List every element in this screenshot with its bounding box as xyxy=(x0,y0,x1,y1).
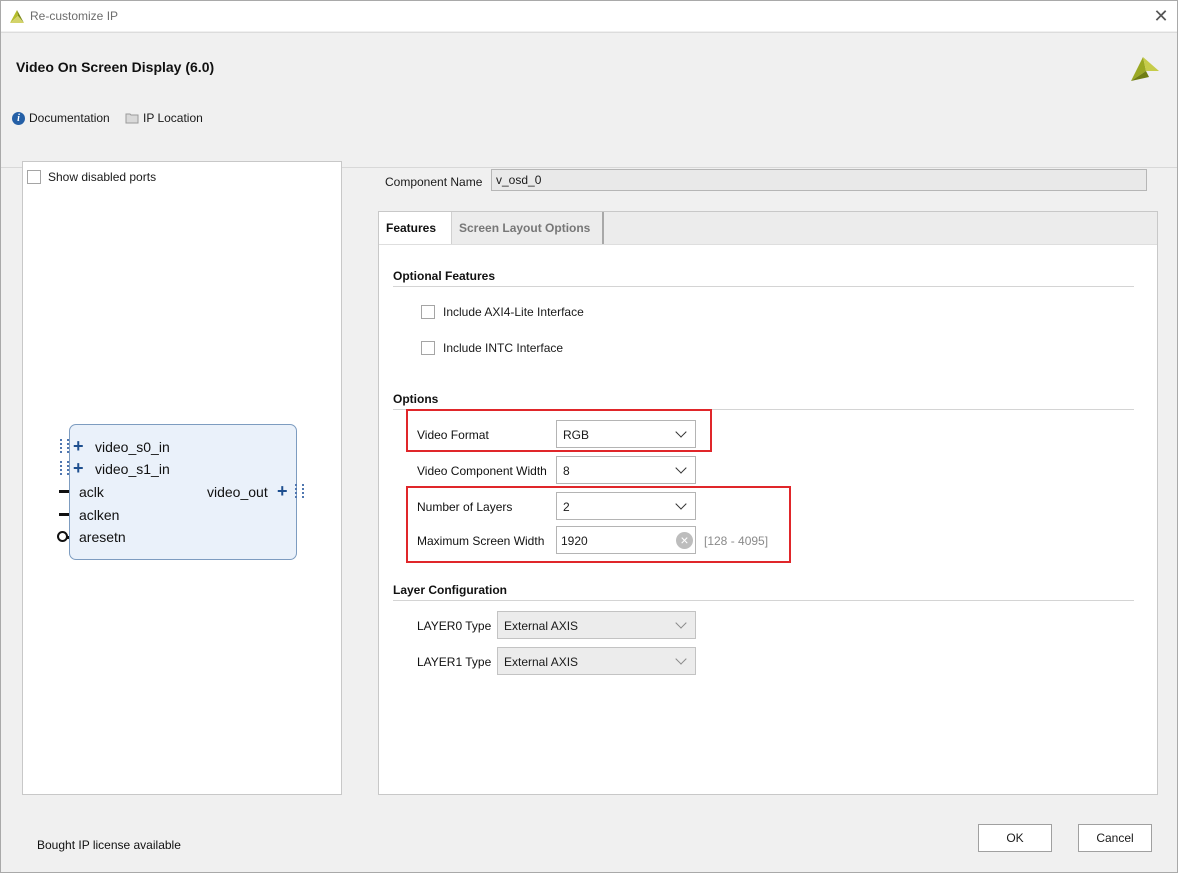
layer0-type-value: External AXIS xyxy=(504,619,579,633)
tab-features[interactable]: Features xyxy=(379,212,452,244)
port-aclken: aclken xyxy=(79,507,120,523)
intc-checkbox[interactable]: Include INTC Interface xyxy=(421,341,563,355)
layer0-type-label: LAYER0 Type xyxy=(417,619,492,633)
options-heading: Options xyxy=(393,392,439,406)
axi4-lite-checkbox[interactable]: Include AXI4-Lite Interface xyxy=(421,305,584,319)
tab-strip: Features Screen Layout Options xyxy=(379,212,1157,245)
ip-title: Video On Screen Display (6.0) xyxy=(16,59,215,75)
layer1-type-select[interactable]: External AXIS xyxy=(497,647,696,675)
port-aresetn: aresetn xyxy=(79,529,126,545)
dialog-window: Re-customize IP ✕ Video On Screen Displa… xyxy=(0,0,1178,873)
port-video-out: video_out xyxy=(207,484,268,500)
inverted-port-icon xyxy=(57,531,68,542)
checkbox-box[interactable] xyxy=(27,170,41,184)
license-status: Bought IP license available xyxy=(37,838,181,852)
ok-button[interactable]: OK xyxy=(978,824,1052,852)
folder-icon xyxy=(125,113,139,124)
layer0-type-select[interactable]: External AXIS xyxy=(497,611,696,639)
video-component-width-value: 8 xyxy=(563,464,570,478)
ip-location-label[interactable]: IP Location xyxy=(143,111,203,125)
component-name-label: Component Name xyxy=(385,175,483,189)
xilinx-logo-icon xyxy=(10,10,24,23)
layer1-type-label: LAYER1 Type xyxy=(417,655,492,669)
show-disabled-ports-label: Show disabled ports xyxy=(48,170,157,184)
close-button[interactable]: ✕ xyxy=(1151,6,1171,26)
cancel-button[interactable]: Cancel xyxy=(1078,824,1152,852)
info-icon: i xyxy=(12,111,25,125)
section-divider xyxy=(393,286,1134,287)
documentation-link[interactable]: i Documentation xyxy=(12,111,110,125)
features-tab-panel: Features Screen Layout Options Optional … xyxy=(378,211,1158,795)
layer1-type-value: External AXIS xyxy=(504,655,579,669)
port-video-s1-in: video_s1_in xyxy=(95,461,170,477)
checkbox-box[interactable] xyxy=(421,305,435,319)
component-name-field[interactable]: v_osd_0 xyxy=(491,169,1147,191)
symbol-panel: Show disabled ports + video_s0_in + vide… xyxy=(22,161,342,795)
expand-plus-icon[interactable]: + xyxy=(277,482,288,500)
ip-symbol-block[interactable]: + video_s0_in + video_s1_in aclk aclken … xyxy=(69,424,297,560)
axi4-lite-label: Include AXI4-Lite Interface xyxy=(443,305,584,319)
chevron-down-icon xyxy=(675,653,687,665)
layer-configuration-heading: Layer Configuration xyxy=(393,583,508,597)
show-disabled-ports-checkbox[interactable]: Show disabled ports xyxy=(27,170,156,184)
port-aclk: aclk xyxy=(79,484,104,500)
tab-screen-layout-options[interactable]: Screen Layout Options xyxy=(452,212,604,244)
highlight-box-video-format xyxy=(406,409,712,452)
video-component-width-label: Video Component Width xyxy=(417,464,547,478)
bus-interface-icon xyxy=(60,461,69,475)
chevron-down-icon xyxy=(675,617,687,629)
close-icon[interactable]: ✕ xyxy=(1153,6,1168,26)
title-bar: Re-customize IP ✕ xyxy=(1,1,1177,31)
section-divider xyxy=(393,600,1134,601)
expand-plus-icon[interactable]: + xyxy=(73,437,84,455)
bus-interface-icon xyxy=(295,484,304,498)
intc-label: Include INTC Interface xyxy=(443,341,564,355)
video-component-width-select[interactable]: 8 xyxy=(556,456,696,484)
ip-location-link[interactable]: IP Location xyxy=(125,111,203,125)
port-video-s0-in: video_s0_in xyxy=(95,439,170,455)
expand-plus-icon[interactable]: + xyxy=(73,459,84,477)
documentation-label[interactable]: Documentation xyxy=(29,111,110,125)
xilinx-brand-icon xyxy=(1131,57,1159,81)
optional-features-heading: Optional Features xyxy=(393,269,496,283)
bus-interface-icon xyxy=(60,439,69,453)
checkbox-box[interactable] xyxy=(421,341,435,355)
ip-header: Video On Screen Display (6.0) i Document… xyxy=(1,32,1177,168)
highlight-box-layers-width xyxy=(406,486,791,563)
chevron-down-icon xyxy=(675,462,687,474)
window-title: Re-customize IP xyxy=(30,9,119,23)
